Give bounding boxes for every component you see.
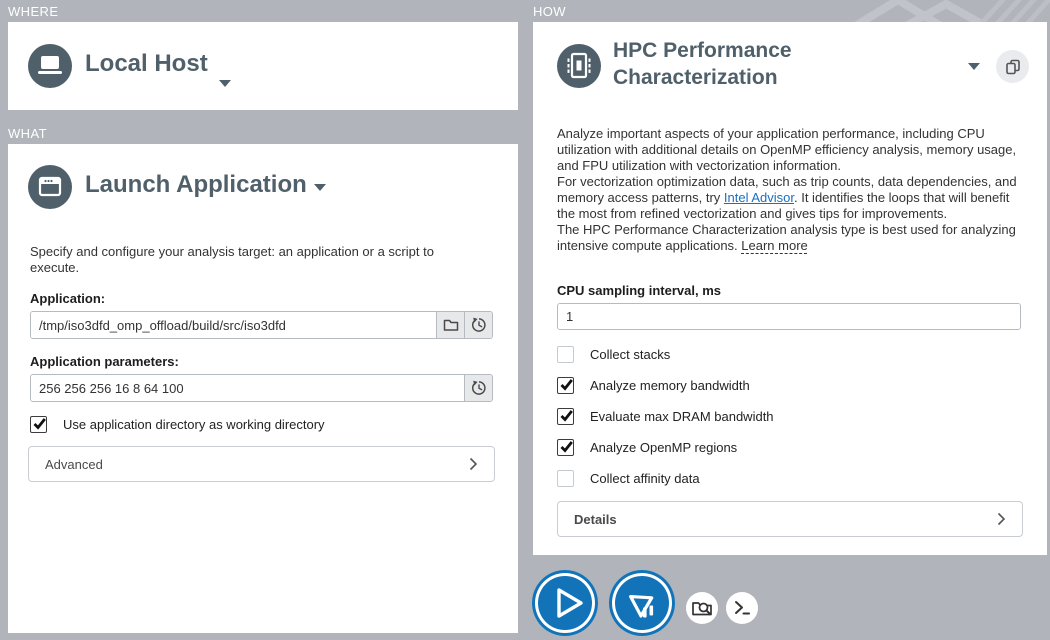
parameters-input-group [30,374,493,402]
parameters-label: Application parameters: [30,354,179,369]
dram-bandwidth-row[interactable]: Evaluate max DRAM bandwidth [557,408,774,425]
history-icon [470,316,488,334]
analysis-description: Analyze important aspects of your applic… [557,126,1025,254]
play-pause-icon [609,570,675,636]
checkmark-icon [558,376,575,393]
dram-bandwidth-label[interactable]: Evaluate max DRAM bandwidth [590,409,774,424]
terminal-icon [726,592,758,624]
how-section-label: HOW [533,4,566,19]
collect-stacks-label[interactable]: Collect stacks [590,347,670,362]
local-host-icon [28,44,72,88]
start-button[interactable] [532,570,598,636]
checkmark-icon [31,415,48,432]
chevron-down-icon[interactable] [968,63,980,70]
sampling-interval-input[interactable] [558,304,1020,329]
sampling-interval-label: CPU sampling interval, ms [557,283,721,298]
collect-stacks-checkbox[interactable] [557,346,574,363]
chevron-right-icon [469,457,478,471]
openmp-regions-label[interactable]: Analyze OpenMP regions [590,440,737,455]
openmp-regions-row[interactable]: Analyze OpenMP regions [557,439,737,456]
details-label: Details [574,512,617,527]
application-input[interactable] [31,312,436,338]
learn-more-link[interactable]: Learn more [741,238,807,253]
working-dir-checkbox-label[interactable]: Use application directory as working dir… [63,417,325,432]
analysis-configuration-page: WHERE Local Host WHAT Launch Application… [0,0,1050,640]
affinity-data-checkbox[interactable] [557,470,574,487]
checkmark-icon [558,407,575,424]
play-icon [532,570,598,636]
what-intro-text: Specify and configure your analysis targ… [30,244,480,276]
browse-button[interactable] [436,312,464,338]
advanced-expander[interactable]: Advanced [28,446,495,482]
working-dir-checkbox-row[interactable]: Use application directory as working dir… [30,416,325,433]
description-paragraph-2: For vectorization optimization data, suc… [557,174,1025,222]
intel-advisor-link[interactable]: Intel Advisor [724,190,794,205]
affinity-data-label[interactable]: Collect affinity data [590,471,700,486]
parameters-history-button[interactable] [464,375,492,401]
memory-bandwidth-checkbox[interactable] [557,377,574,394]
open-result-button[interactable] [686,592,718,624]
analysis-type-icon [557,44,601,88]
chip-icon [557,44,601,88]
chevron-down-icon[interactable] [219,80,231,87]
sampling-interval-group [557,303,1021,330]
collect-stacks-row[interactable]: Collect stacks [557,346,670,363]
details-expander[interactable]: Details [557,501,1023,537]
affinity-data-row[interactable]: Collect affinity data [557,470,700,487]
openmp-regions-checkbox[interactable] [557,439,574,456]
what-target-type-selector[interactable]: Launch Application [85,171,307,199]
parameters-input[interactable] [31,375,464,401]
application-input-group [30,311,493,339]
folder-icon [442,316,460,334]
application-label: Application: [30,291,105,306]
dram-bandwidth-checkbox[interactable] [557,408,574,425]
advanced-label: Advanced [45,457,103,472]
where-target-selector[interactable]: Local Host [85,50,208,78]
analysis-type-selector[interactable]: HPC Performance Characterization [613,37,893,91]
how-card: HPC Performance Characterization Analyze… [533,22,1047,555]
copy-icon [1003,57,1023,77]
application-history-button[interactable] [464,312,492,338]
what-section-label: WHAT [8,126,47,141]
chevron-right-icon [997,512,1006,526]
memory-bandwidth-row[interactable]: Analyze memory bandwidth [557,377,750,394]
laptop-icon [28,44,72,88]
what-card: Launch Application Specify and configure… [8,144,518,633]
copy-analysis-button[interactable] [996,50,1029,83]
chevron-down-icon[interactable] [314,184,326,191]
memory-bandwidth-label[interactable]: Analyze memory bandwidth [590,378,750,393]
description-paragraph-1: Analyze important aspects of your applic… [557,126,1025,174]
description-paragraph-3: The HPC Performance Characterization ana… [557,222,1025,254]
start-paused-button[interactable] [609,570,675,636]
app-window-icon [28,165,72,209]
history-icon [470,379,488,397]
folder-search-icon [686,592,718,624]
command-line-button[interactable] [726,592,758,624]
checkmark-icon [558,438,575,455]
where-card: Local Host [8,22,518,110]
where-section-label: WHERE [8,4,58,19]
launch-application-icon [28,165,72,209]
working-dir-checkbox[interactable] [30,416,47,433]
